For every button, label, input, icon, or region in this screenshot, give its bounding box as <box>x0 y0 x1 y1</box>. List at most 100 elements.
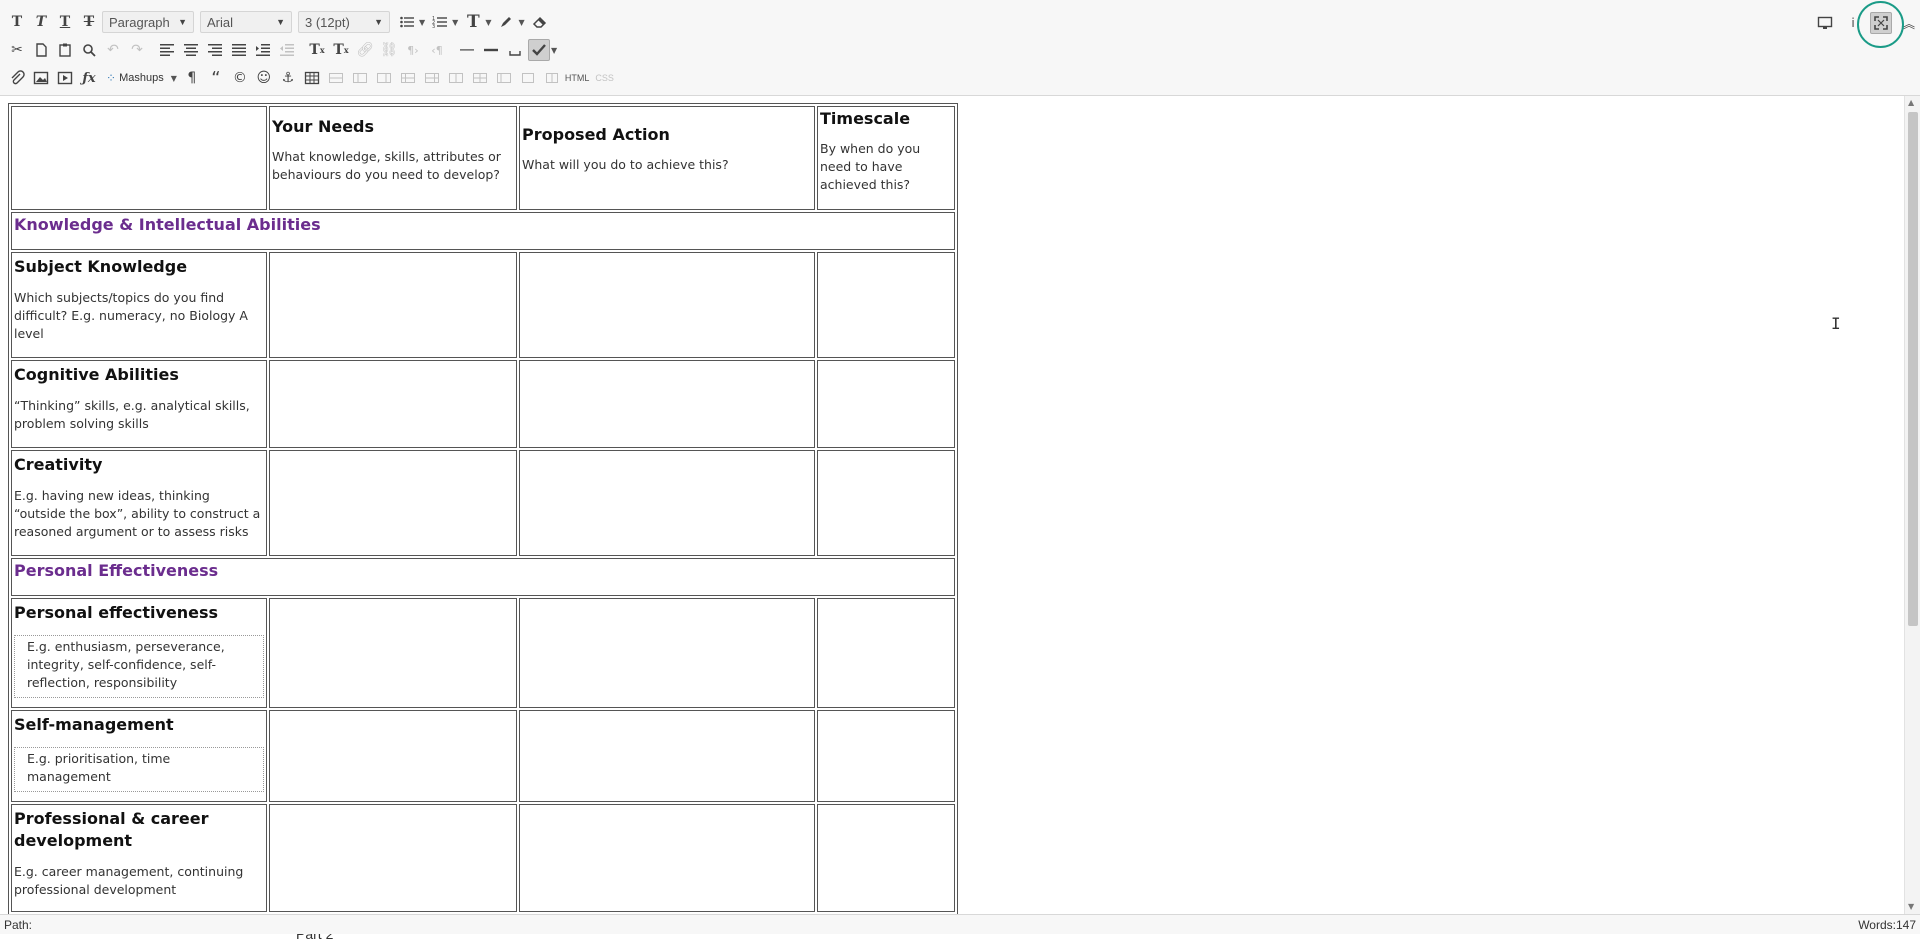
italic-icon[interactable]: T <box>30 11 52 33</box>
collapse-toolbar-icon[interactable]: ︽ <box>1898 12 1920 34</box>
timescale-cell[interactable] <box>817 710 955 802</box>
proposed-action-cell[interactable] <box>519 710 815 802</box>
outdent-icon[interactable] <box>276 39 298 61</box>
row-label-cell[interactable]: Subject Knowledge Which subjects/topics … <box>11 252 267 358</box>
table-row-before-icon[interactable] <box>325 67 347 89</box>
unlink-icon[interactable]: ⛓ <box>378 39 400 61</box>
preview-icon[interactable] <box>1814 12 1836 34</box>
row-label-cell[interactable]: Cognitive Abilities “Thinking” skills, e… <box>11 360 267 448</box>
timescale-cell[interactable] <box>817 804 955 912</box>
table-delete-col-icon[interactable] <box>445 67 467 89</box>
table-props-icon[interactable] <box>541 67 563 89</box>
math-formula-icon[interactable]: ƒx <box>78 67 100 89</box>
table-merge-cells-icon[interactable] <box>493 67 515 89</box>
cut-icon[interactable]: ✂ <box>6 39 28 61</box>
spellcheck-icon[interactable] <box>528 39 550 61</box>
insert-table-icon[interactable] <box>301 67 323 89</box>
bullet-list-dropdown-icon[interactable]: ▼ <box>419 18 425 27</box>
table-cell-props-icon[interactable] <box>517 67 539 89</box>
scrollbar-thumb[interactable] <box>1908 112 1918 626</box>
blockquote-icon[interactable]: “ <box>205 67 227 89</box>
highlight-dropdown-icon[interactable]: ▼ <box>518 18 524 27</box>
header-cell-empty[interactable] <box>11 106 267 210</box>
ltr-icon[interactable]: ¶› <box>402 39 424 61</box>
header-cell-proposed-action[interactable]: Proposed Action What will you do to achi… <box>519 106 815 210</box>
row-label-cell[interactable]: Personal effectiveness E.g. enthusiasm, … <box>11 598 267 708</box>
align-right-icon[interactable] <box>204 39 226 61</box>
find-icon[interactable] <box>78 39 100 61</box>
row-label-cell[interactable]: Self-management E.g. prioritisation, tim… <box>11 710 267 802</box>
your-needs-cell[interactable] <box>269 598 517 708</box>
emoticon-icon[interactable]: ☺ <box>253 67 275 89</box>
html-source-button[interactable]: HTML <box>565 73 590 83</box>
table-split-cells-icon[interactable] <box>469 67 491 89</box>
thick-rule-icon[interactable] <box>480 39 502 61</box>
bold-icon[interactable]: T <box>6 11 28 33</box>
section-cell[interactable]: Personal Effectiveness <box>11 558 955 596</box>
header-cell-timescale[interactable]: Timescale By when do you need to have ac… <box>817 106 955 210</box>
copyright-icon[interactable]: © <box>229 67 251 89</box>
table-col-before-icon[interactable] <box>397 67 419 89</box>
redo-icon[interactable]: ↷ <box>126 39 148 61</box>
timescale-cell[interactable] <box>817 252 955 358</box>
help-icon[interactable]: i <box>1842 12 1864 34</box>
numbered-list-dropdown-icon[interactable]: ▼ <box>452 18 458 27</box>
scroll-up-icon[interactable]: ▲ <box>1908 98 1914 107</box>
vertical-scrollbar[interactable]: ▲ ▼ <box>1904 96 1920 914</box>
link-icon[interactable]: 🔗︎ <box>354 39 376 61</box>
proposed-action-cell[interactable] <box>519 598 815 708</box>
editor-content[interactable]: Your Needs What knowledge, skills, attri… <box>0 96 1904 914</box>
eraser-icon[interactable] <box>529 11 551 33</box>
size-select[interactable]: 3 (12pt) ▼ <box>298 11 390 33</box>
your-needs-cell[interactable] <box>269 252 517 358</box>
row-label-cell[interactable]: Creativity E.g. having new ideas, thinki… <box>11 450 267 556</box>
your-needs-cell[interactable] <box>269 804 517 912</box>
mashups-menu[interactable]: ⁘ Mashups <box>102 67 168 89</box>
table-row-after-icon[interactable] <box>349 67 371 89</box>
your-needs-cell[interactable] <box>269 710 517 802</box>
nonbreaking-space-icon[interactable] <box>504 39 526 61</box>
insert-media-icon[interactable] <box>54 67 76 89</box>
your-needs-cell[interactable] <box>269 450 517 556</box>
timescale-cell[interactable] <box>817 360 955 448</box>
scroll-down-icon[interactable]: ▼ <box>1908 902 1914 911</box>
strikethrough-icon[interactable]: T <box>78 11 100 33</box>
align-center-icon[interactable] <box>180 39 202 61</box>
timescale-cell[interactable] <box>817 598 955 708</box>
numbered-list-icon[interactable]: 123 <box>429 11 451 33</box>
css-button[interactable]: CSS <box>595 73 614 83</box>
indent-icon[interactable] <box>252 39 274 61</box>
font-select[interactable]: Arial ▼ <box>200 11 292 33</box>
justify-icon[interactable] <box>228 39 250 61</box>
highlight-pen-icon[interactable] <box>495 11 517 33</box>
proposed-action-cell[interactable] <box>519 450 815 556</box>
your-needs-cell[interactable] <box>269 360 517 448</box>
spellcheck-dropdown-icon[interactable]: ▼ <box>551 46 557 55</box>
rtl-icon[interactable]: ‹¶ <box>426 39 448 61</box>
anchor-icon[interactable]: ⚓ <box>277 67 299 89</box>
text-style-dropdown-icon[interactable]: ▼ <box>485 18 491 27</box>
fullscreen-icon[interactable] <box>1870 12 1892 34</box>
proposed-action-cell[interactable] <box>519 804 815 912</box>
mashups-dropdown-icon[interactable]: ▼ <box>171 74 177 83</box>
row-label-cell[interactable]: Professional & career development E.g. c… <box>11 804 267 912</box>
attach-file-icon[interactable] <box>6 67 28 89</box>
paragraph-mark-icon[interactable]: ¶ <box>181 67 203 89</box>
proposed-action-cell[interactable] <box>519 252 815 358</box>
header-cell-your-needs[interactable]: Your Needs What knowledge, skills, attri… <box>269 106 517 210</box>
horizontal-rule-icon[interactable] <box>456 39 478 61</box>
timescale-cell[interactable] <box>817 450 955 556</box>
bullet-list-icon[interactable] <box>396 11 418 33</box>
format-select[interactable]: Paragraph ▼ <box>102 11 194 33</box>
copy-icon[interactable] <box>30 39 52 61</box>
section-cell[interactable]: Knowledge & Intellectual Abilities <box>11 212 955 250</box>
undo-icon[interactable]: ↶ <box>102 39 124 61</box>
table-delete-row-icon[interactable] <box>373 67 395 89</box>
insert-image-icon[interactable] <box>30 67 52 89</box>
table-col-after-icon[interactable] <box>421 67 443 89</box>
text-style-icon[interactable]: T <box>462 11 484 33</box>
proposed-action-cell[interactable] <box>519 360 815 448</box>
subscript-icon[interactable]: Tx <box>330 39 352 61</box>
paste-icon[interactable] <box>54 39 76 61</box>
superscript-icon[interactable]: Tx <box>306 39 328 61</box>
